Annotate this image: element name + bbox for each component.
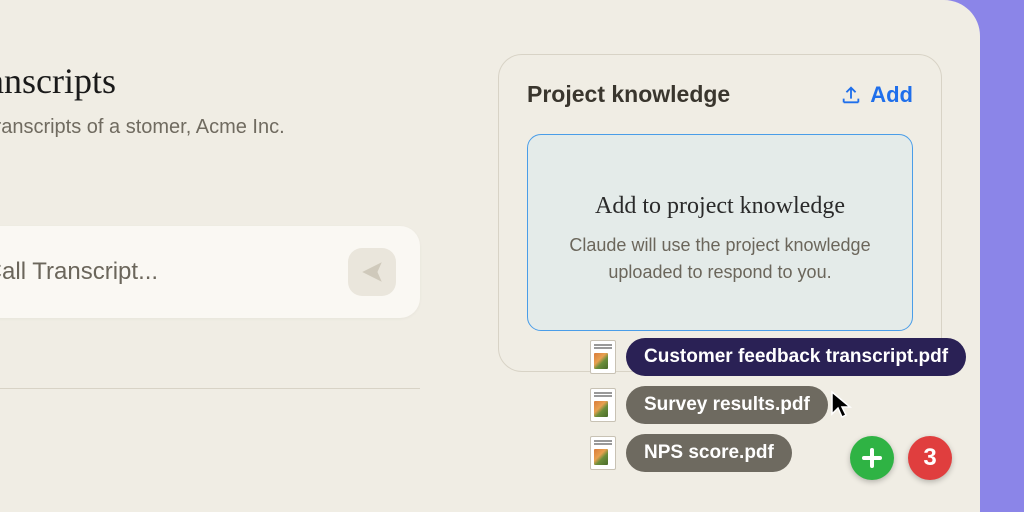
dropzone-title: Add to project knowledge <box>552 193 888 220</box>
file-icon <box>590 436 616 470</box>
file-icon <box>590 340 616 374</box>
list-item[interactable]: Ahsam <box>0 411 420 432</box>
add-badge <box>850 436 894 480</box>
upload-icon <box>840 84 862 106</box>
divider <box>0 388 420 389</box>
message-input[interactable]: Customer Call Transcript... <box>0 258 332 286</box>
knowledge-dropzone[interactable]: Add to project knowledge Claude will use… <box>527 134 913 331</box>
add-button[interactable]: Add <box>840 82 913 108</box>
project-knowledge-panel: Project knowledge Add Add to project kno… <box>498 54 942 372</box>
add-label: Add <box>870 82 913 108</box>
count-badge: 3 <box>908 436 952 480</box>
dragged-files-group: Customer feedback transcript.pdf Survey … <box>590 338 1024 482</box>
dragged-file[interactable]: Survey results.pdf <box>590 386 1024 424</box>
dragged-file[interactable]: Customer feedback transcript.pdf <box>590 338 1024 376</box>
project-description: ontains the call transcripts of a stomer… <box>0 112 420 142</box>
file-icon <box>590 388 616 422</box>
dragged-file[interactable]: NPS score.pdf <box>590 434 1024 472</box>
main-content: er Call Transcripts ontains the call tra… <box>0 0 460 512</box>
panel-title: Project knowledge <box>527 81 730 108</box>
drag-badges: 3 <box>850 436 952 480</box>
project-title: er Call Transcripts <box>0 60 420 102</box>
panel-header: Project knowledge Add <box>527 81 913 108</box>
cursor-icon <box>830 390 854 420</box>
file-name-pill: Survey results.pdf <box>626 386 828 424</box>
send-button[interactable] <box>348 248 396 296</box>
plus-icon <box>860 446 884 470</box>
dropzone-description: Claude will use the project knowledge up… <box>552 232 888 286</box>
message-input-container: Customer Call Transcript... <box>0 226 420 318</box>
file-name-pill: Customer feedback transcript.pdf <box>626 338 966 376</box>
send-icon <box>359 259 385 285</box>
file-name-pill: NPS score.pdf <box>626 434 792 472</box>
